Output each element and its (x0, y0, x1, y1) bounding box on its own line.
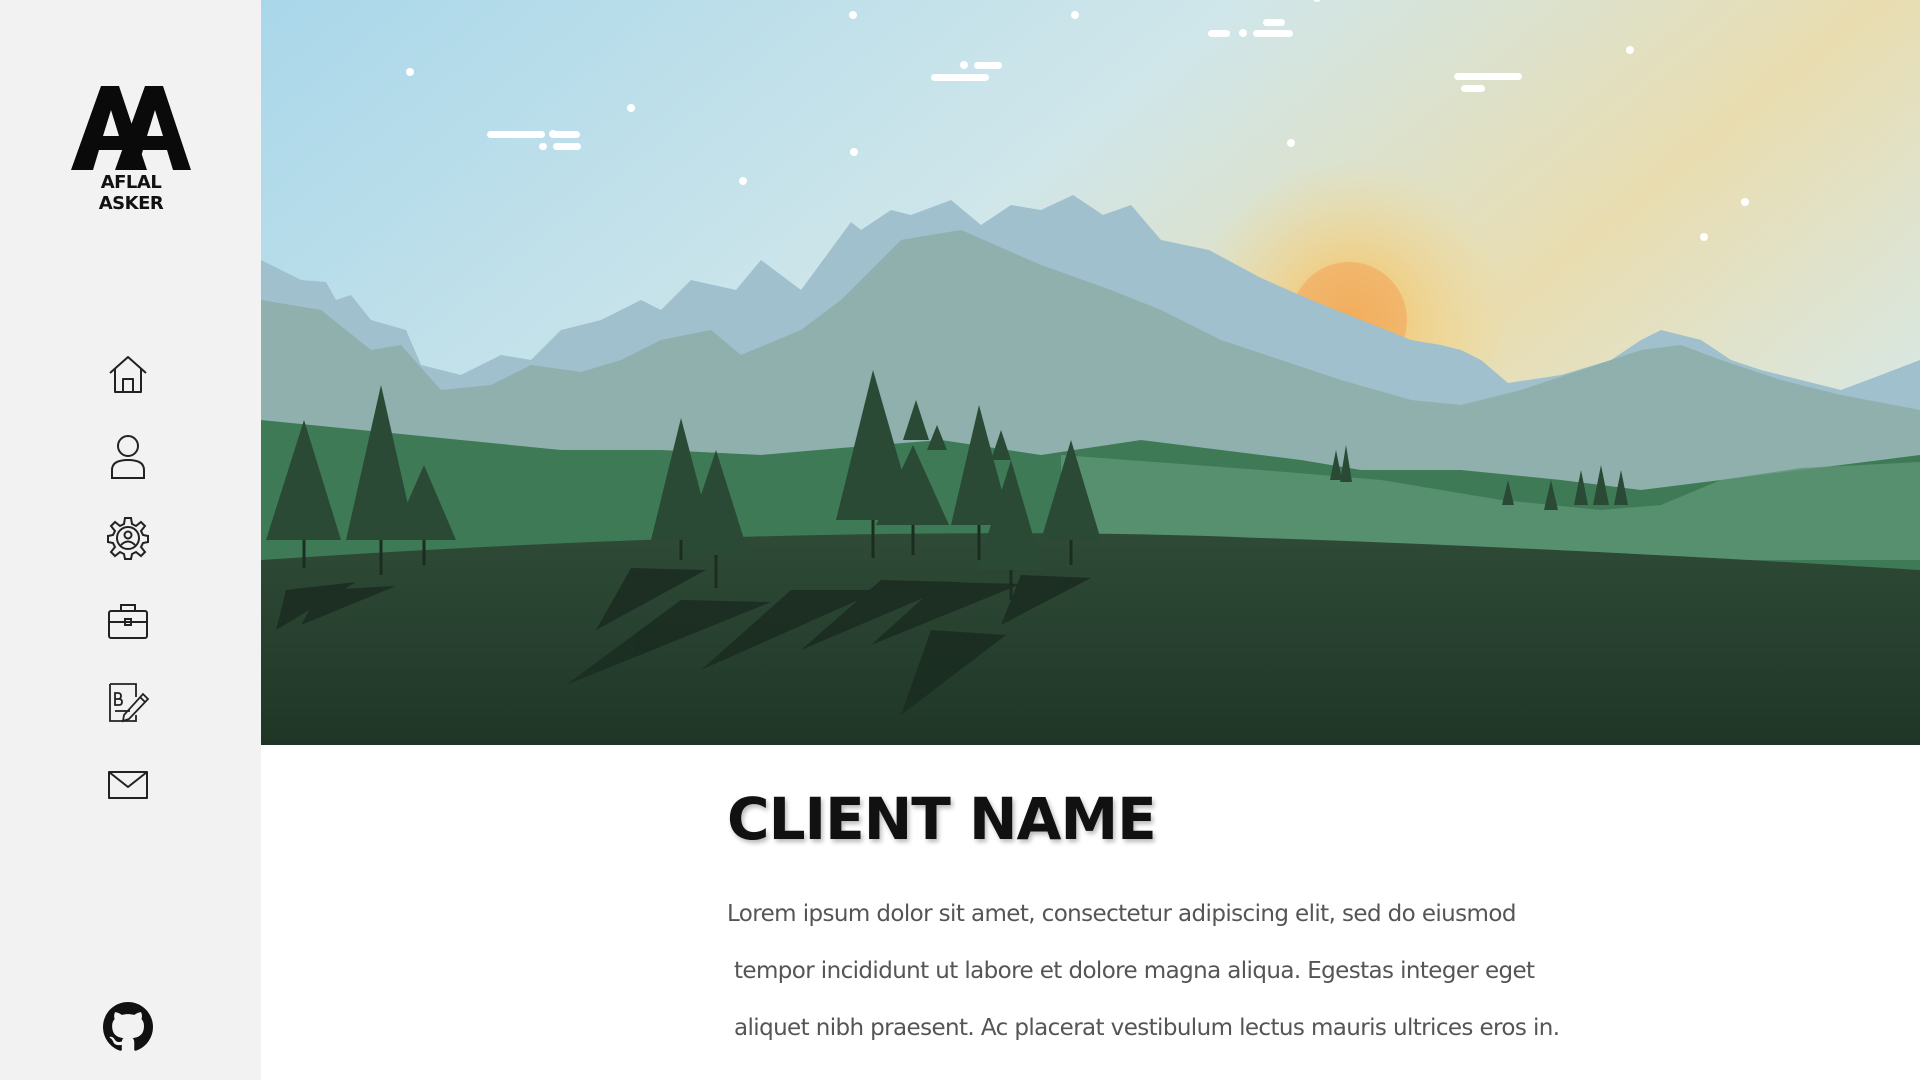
paragraph-line: Lorem ipsum dolor sit amet, consectetur … (727, 901, 1516, 927)
nav-blog[interactable] (104, 679, 152, 727)
edit-document-icon (109, 683, 150, 723)
paragraph-line: tempor incididunt ut labore et dolore ma… (734, 958, 1535, 984)
mail-icon (108, 771, 148, 799)
hero-banner (261, 0, 1920, 745)
logo-name: AFLAL ASKER (98, 172, 164, 214)
nav-home[interactable] (104, 350, 152, 398)
page-title: CLIENT NAME (727, 785, 1157, 853)
github-icon (103, 1002, 153, 1051)
sidebar: AFLAL ASKER (0, 0, 261, 1080)
nav-about[interactable] (104, 432, 152, 480)
nav-services[interactable] (104, 514, 152, 562)
paragraph-line: aliquet nibh praesent. Ac placerat vesti… (734, 1015, 1560, 1041)
nav-contact[interactable] (104, 761, 152, 809)
briefcase-icon (108, 604, 148, 639)
logo[interactable]: AFLAL ASKER (66, 86, 196, 214)
home-icon (109, 356, 147, 393)
description-paragraph: Lorem ipsum dolor sit amet, consectetur … (727, 886, 1627, 1057)
main-content: CLIENT NAME Lorem ipsum dolor sit amet, … (727, 790, 1627, 1057)
logo-mark (71, 86, 191, 170)
gear-icon (107, 517, 149, 560)
github-link[interactable] (103, 1002, 153, 1052)
nav-portfolio[interactable] (104, 597, 152, 645)
mountain-landscape-illustration (261, 0, 1920, 745)
user-icon (111, 435, 145, 479)
